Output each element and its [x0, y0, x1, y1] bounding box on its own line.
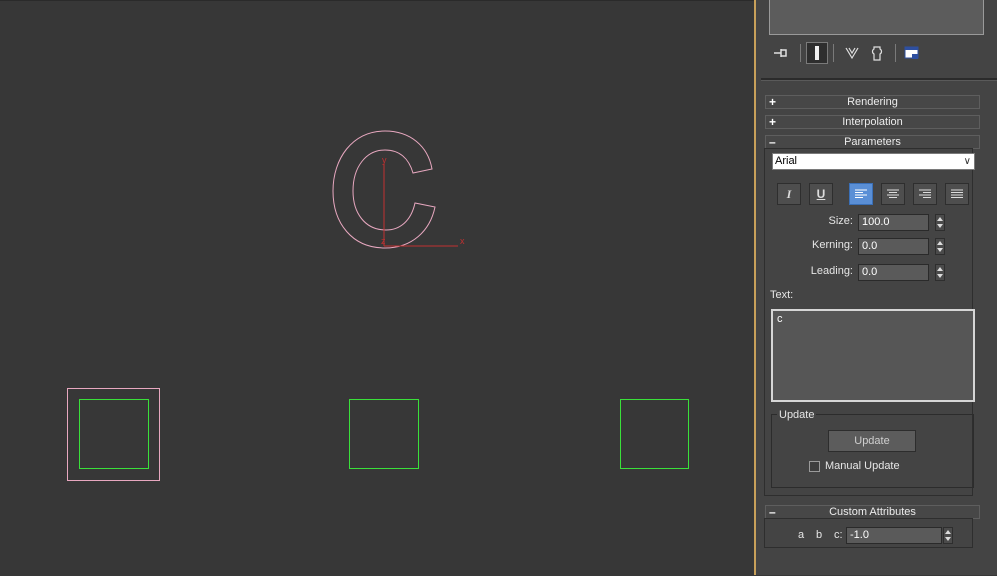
- axis-x-label: x: [460, 236, 465, 246]
- pin-stack-icon[interactable]: [769, 42, 791, 64]
- make-unique-icon[interactable]: [841, 42, 863, 64]
- align-left-button[interactable]: [849, 183, 873, 205]
- align-left-icon: [855, 189, 867, 198]
- command-panel: + Rendering + Interpolation – Parameters…: [756, 0, 997, 575]
- text-input[interactable]: c: [771, 309, 975, 402]
- rollout-interpolation[interactable]: + Interpolation: [765, 115, 980, 129]
- italic-button[interactable]: I: [777, 183, 801, 205]
- align-center-icon: [887, 189, 899, 198]
- box-object-2: [349, 399, 419, 469]
- attr-c-spinner[interactable]: [943, 527, 953, 544]
- attr-a-label: a: [798, 529, 805, 541]
- spinner-down-icon: [945, 537, 951, 541]
- modifier-stack-list[interactable]: [769, 0, 984, 35]
- rollout-parameters-title: Parameters: [844, 136, 901, 148]
- justify-icon: [951, 189, 963, 198]
- spinner-down-icon: [937, 274, 943, 278]
- attr-c-label: c:: [834, 529, 843, 541]
- spinner-down-icon: [937, 248, 943, 252]
- leading-label: Leading:: [810, 265, 853, 277]
- text-label: Text:: [770, 289, 794, 301]
- panel-divider: [761, 78, 997, 81]
- spinner-up-icon: [937, 241, 943, 245]
- leading-spinner[interactable]: [935, 264, 945, 281]
- toolbar-separator: [895, 44, 896, 62]
- rollout-custom-attributes[interactable]: – Custom Attributes: [765, 505, 980, 519]
- attr-b-label: b: [816, 529, 823, 541]
- rollout-rendering[interactable]: + Rendering: [765, 95, 980, 109]
- leading-field[interactable]: 0.0: [858, 264, 929, 281]
- toolbar-separator: [833, 44, 834, 62]
- update-button[interactable]: Update: [828, 430, 916, 452]
- font-dropdown[interactable]: Arial ∨: [772, 153, 975, 170]
- selection-bracket: [67, 388, 160, 481]
- update-group-title: Update: [777, 409, 817, 421]
- kerning-label: Kerning:: [812, 239, 853, 251]
- underline-button[interactable]: U: [809, 183, 833, 205]
- size-field[interactable]: 100.0: [858, 214, 929, 231]
- manual-update-checkbox[interactable]: [809, 461, 820, 472]
- axis-y-label: y: [382, 155, 387, 165]
- rollout-rendering-title: Rendering: [847, 96, 898, 108]
- configure-sets-icon[interactable]: [901, 42, 923, 64]
- remove-modifier-icon[interactable]: [866, 42, 888, 64]
- manual-update-label: Manual Update: [825, 460, 900, 472]
- viewport[interactable]: y x z: [0, 0, 754, 575]
- size-spinner[interactable]: [935, 214, 945, 231]
- rollout-parameters[interactable]: – Parameters: [765, 135, 980, 149]
- chevron-down-icon: ∨: [963, 156, 971, 167]
- align-right-button[interactable]: [913, 183, 937, 205]
- spinner-up-icon: [937, 217, 943, 221]
- spinner-up-icon: [945, 530, 951, 534]
- spinner-up-icon: [937, 267, 943, 271]
- rollout-interpolation-title: Interpolation: [842, 116, 903, 128]
- font-dropdown-value: Arial: [775, 155, 798, 167]
- box-object-3: [620, 399, 689, 469]
- underline-icon: U: [816, 187, 826, 201]
- rollout-custom-attributes-title: Custom Attributes: [829, 506, 916, 518]
- viewport-canvas[interactable]: y x z: [0, 1, 754, 576]
- box-object-1: [79, 399, 149, 469]
- toolbar-separator: [800, 44, 801, 62]
- justify-button[interactable]: [945, 183, 969, 205]
- align-center-button[interactable]: [881, 183, 905, 205]
- align-right-icon: [919, 189, 931, 198]
- axis-z-label: z: [381, 236, 386, 246]
- kerning-spinner[interactable]: [935, 238, 945, 255]
- spinner-down-icon: [937, 224, 943, 228]
- italic-icon: I: [786, 186, 792, 201]
- size-label: Size:: [828, 215, 853, 227]
- attr-c-field[interactable]: -1.0: [846, 527, 942, 544]
- show-end-result-icon[interactable]: [806, 42, 828, 64]
- kerning-field[interactable]: 0.0: [858, 238, 929, 255]
